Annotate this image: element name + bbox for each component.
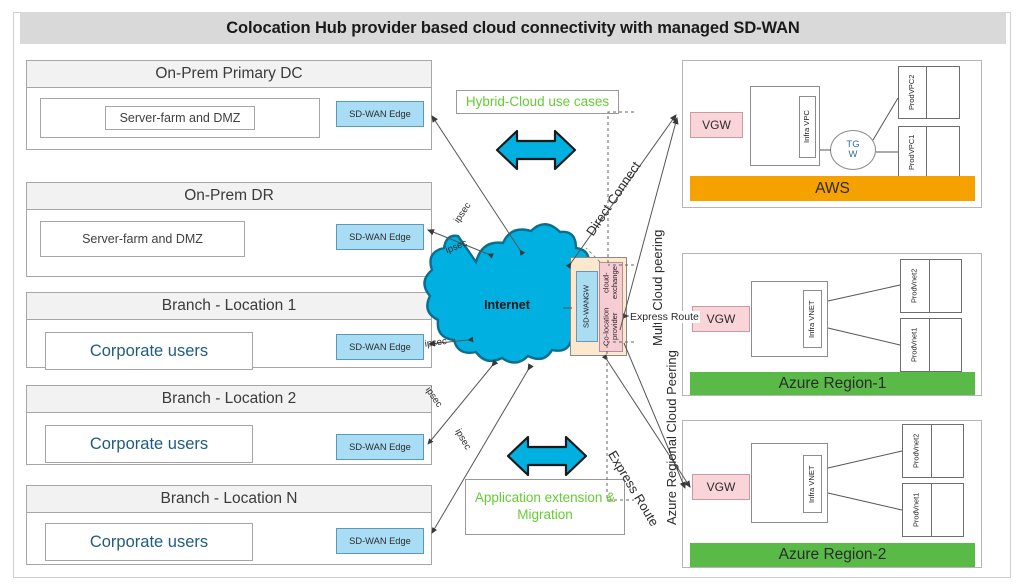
tgw-label-line2: W <box>848 149 858 160</box>
sdwan-edge-label: SD-WAN Edge <box>349 536 411 546</box>
infra-vnet-inner-2[interactable]: Infra VNET <box>803 455 822 513</box>
infra-vnet-inner-1[interactable]: Infra VNET <box>803 290 822 348</box>
prod-vnet2-label-cell: Prod Vnet2 <box>903 425 932 477</box>
server-farm-box[interactable]: Server-farm and DMZ <box>40 98 320 138</box>
prod-vnet1-box-2[interactable]: Prod Vnet1 <box>902 483 964 537</box>
sdwan-gw-label: SD-WAN GW <box>581 284 591 329</box>
cloud-exchange-box[interactable]: Co-location provider cloud-exchange <box>599 262 623 352</box>
region-footer-label: Azure Region-2 <box>778 546 887 563</box>
infra-vpc-label: Infra VPC <box>802 110 812 144</box>
corporate-users-label: Corporate users <box>89 532 209 551</box>
region-footer-aws: AWS <box>690 176 975 201</box>
infra-vnet-label: Infra VNET <box>807 300 817 338</box>
prod-vnet1-label-cell: Prod Vnet1 <box>903 484 932 536</box>
server-farm-label: Server-farm and DMZ <box>104 106 256 130</box>
site-header: Branch - Location N <box>27 486 431 513</box>
prod-vpc2-box[interactable]: Prod VPC2 <box>898 66 960 119</box>
site-header: On-Prem DR <box>27 183 431 210</box>
site-title: Branch - Location 1 <box>161 297 297 314</box>
prod-vnet1-label: Prod Vnet1 <box>909 327 919 363</box>
corporate-users-box-1[interactable]: Corporate users <box>45 332 253 370</box>
sdwan-edge-primary-dc[interactable]: SD-WAN Edge <box>336 101 424 127</box>
diagram-title-bar: Colocation Hub provider based cloud conn… <box>20 12 1006 44</box>
prod-vpc1-label-cell: Prod VPC1 <box>899 127 927 178</box>
sdwan-edge-branch-1[interactable]: SD-WAN Edge <box>336 334 424 360</box>
callout-application-extension: Application extension & Migration <box>465 479 625 535</box>
vgw-azure-1[interactable]: VGW <box>692 306 750 332</box>
prod-vnet1-label-cell: Prod Vnet1 <box>901 319 930 371</box>
prod-vpc1-label: Prod VPC1 <box>907 135 917 170</box>
region-footer-azure-1: Azure Region-1 <box>690 372 975 395</box>
corporate-users-box-n[interactable]: Corporate users <box>45 523 253 561</box>
vgw-label: VGW <box>706 480 736 494</box>
sdwan-edge-label: SD-WAN Edge <box>349 442 411 452</box>
vgw-label: VGW <box>702 118 731 132</box>
region-footer-label: AWS <box>815 179 850 197</box>
infra-vpc-inner[interactable]: Infra VPC <box>799 96 816 158</box>
site-header: Branch - Location 1 <box>27 293 431 320</box>
sdwan-edge-label: SD-WAN Edge <box>349 109 411 119</box>
prod-vnet2-label: Prod Vnet2 <box>909 268 919 304</box>
server-farm-label: Server-farm and DMZ <box>82 232 203 246</box>
sdwan-edge-branch-n[interactable]: SD-WAN Edge <box>336 528 424 554</box>
sdwan-edge-label: SD-WAN Edge <box>349 232 411 242</box>
infra-vnet-label: Infra VNET <box>807 465 817 503</box>
internet-label: Internet <box>484 298 530 312</box>
site-title: On-Prem DR <box>184 187 274 204</box>
site-title: Branch - Location N <box>160 490 298 507</box>
prod-vnet2-box-1[interactable]: Prod Vnet2 <box>900 259 962 313</box>
sdwan-edge-dr[interactable]: SD-WAN Edge <box>336 224 424 250</box>
sdwan-gw-box[interactable]: SD-WAN GW <box>576 271 598 342</box>
site-title: Branch - Location 2 <box>161 390 297 407</box>
prod-vnet2-box-2[interactable]: Prod Vnet2 <box>902 424 964 478</box>
region-footer-label: Azure Region-1 <box>778 374 887 392</box>
cloud-exchange-label: Co-location provider cloud-exchange <box>601 265 619 346</box>
site-header: On-Prem Primary DC <box>27 61 431 88</box>
vgw-label: VGW <box>706 312 736 326</box>
server-farm-box-dr[interactable]: Server-farm and DMZ <box>40 221 245 257</box>
prod-vnet1-box-1[interactable]: Prod Vnet1 <box>900 318 962 372</box>
corporate-users-box-2[interactable]: Corporate users <box>45 425 253 463</box>
corporate-users-label: Corporate users <box>89 434 209 453</box>
azure-regional-peering-label: Azure Regional Cloud Peering <box>664 350 679 525</box>
prod-vpc2-label: Prod VPC2 <box>907 75 917 110</box>
prod-vpc2-label-cell: Prod VPC2 <box>899 67 927 118</box>
prod-vpc1-box[interactable]: Prod VPC1 <box>898 126 960 179</box>
site-header: Branch - Location 2 <box>27 386 431 413</box>
callout-text: Application extension & Migration <box>474 490 616 522</box>
prod-vnet1-label: Prod Vnet1 <box>911 492 921 528</box>
express-route-label: Express Route <box>629 311 700 323</box>
corporate-users-label: Corporate users <box>89 341 209 360</box>
sdwan-edge-branch-2[interactable]: SD-WAN Edge <box>336 434 424 460</box>
diagram-canvas: Colocation Hub provider based cloud conn… <box>0 0 1024 588</box>
transit-gateway-icon[interactable]: TG W <box>830 130 876 170</box>
region-footer-azure-2: Azure Region-2 <box>690 543 975 567</box>
vgw-aws[interactable]: VGW <box>690 112 743 138</box>
callout-text: Hybrid-Cloud use cases <box>465 93 610 109</box>
prod-vnet2-label: Prod Vnet2 <box>911 433 921 469</box>
vgw-azure-2[interactable]: VGW <box>692 474 750 500</box>
sdwan-edge-label: SD-WAN Edge <box>349 342 411 352</box>
prod-vnet2-label-cell: Prod Vnet2 <box>901 260 930 312</box>
callout-hybrid-cloud: Hybrid-Cloud use cases <box>456 90 619 114</box>
site-title: On-Prem Primary DC <box>155 65 303 82</box>
page-title: Colocation Hub provider based cloud conn… <box>226 18 800 37</box>
multi-cloud-peering-label: Multi- Cloud peering <box>650 229 665 346</box>
